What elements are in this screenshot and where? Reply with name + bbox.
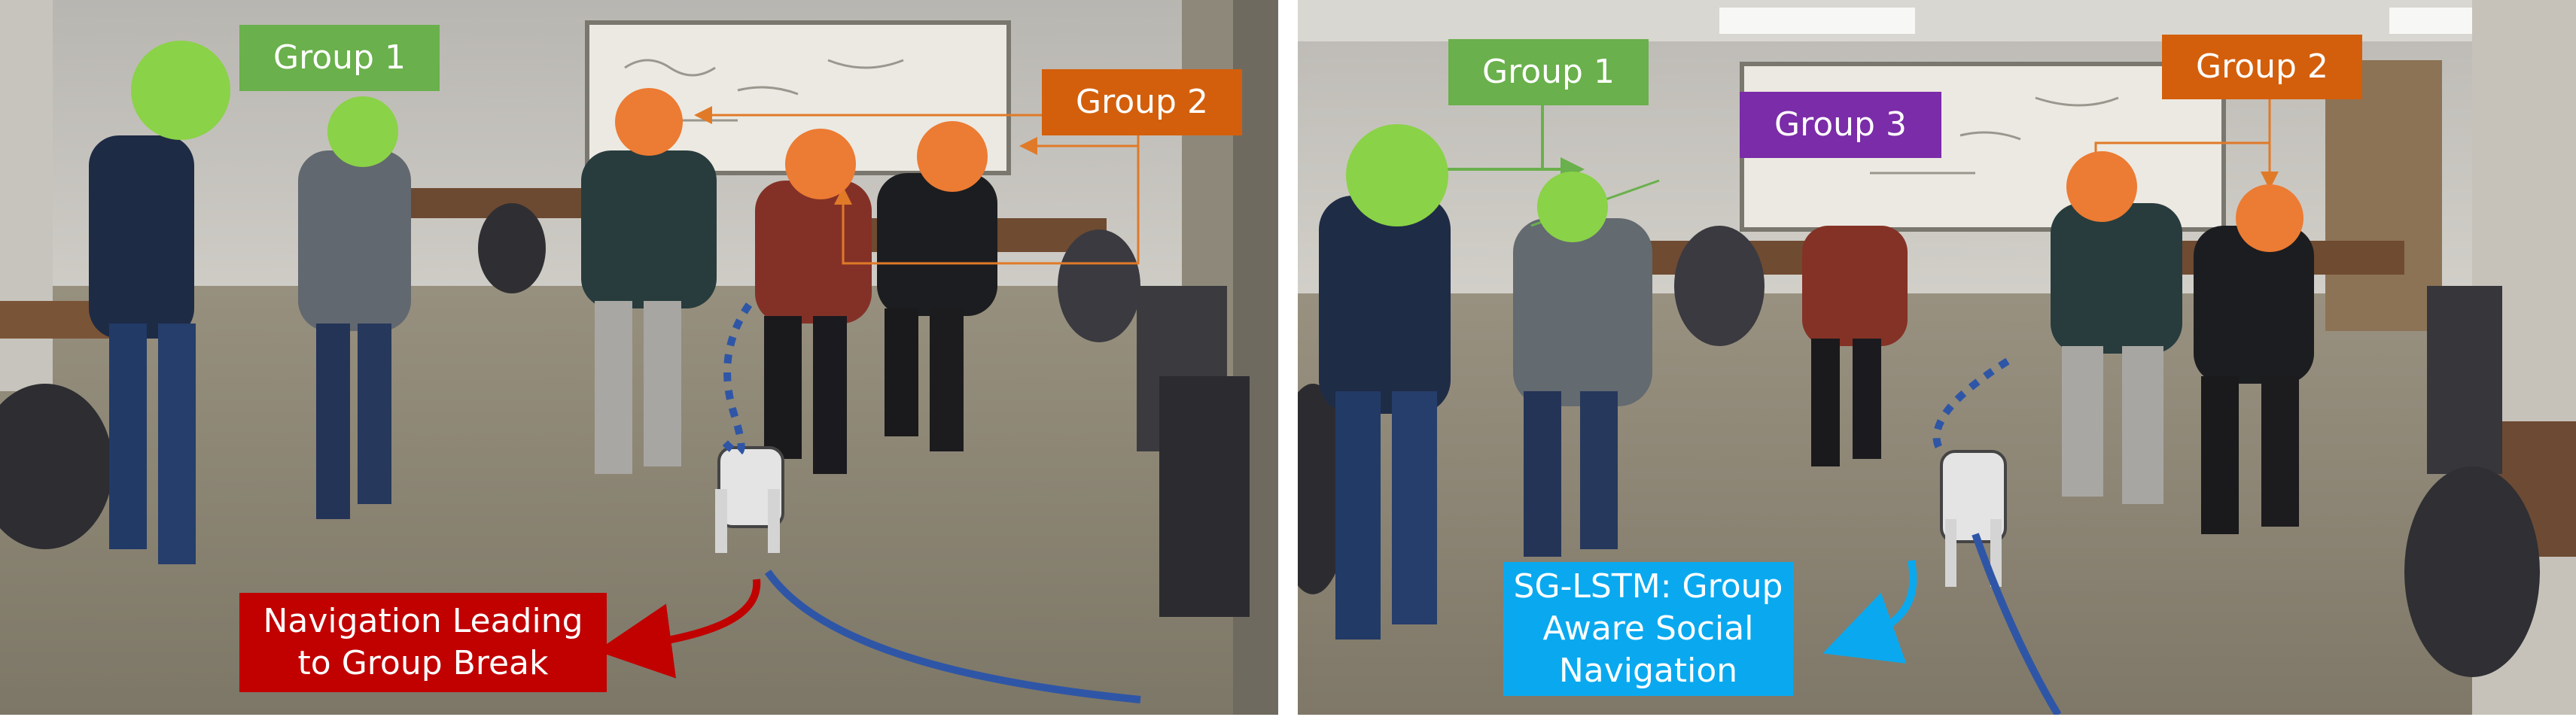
right-group3-label: Group 3 [1740,92,1941,158]
right-group2-label: Group 2 [2162,35,2362,99]
face-group2-b [785,129,856,199]
face-group2-b [2236,184,2303,252]
left-group1-label: Group 1 [239,25,440,91]
face-group1-b [327,96,398,167]
face-group2-a [2066,151,2137,222]
right-caption: SG-LSTM: Group Aware Social Navigation [1503,562,1793,696]
left-group2-label: Group 2 [1042,69,1242,135]
face-group2-a [615,88,683,156]
face-group1-a [131,41,230,140]
left-panel: Group 1 Group 2 Navigation Leading to Gr… [0,0,1278,715]
right-group1-label: Group 1 [1448,39,1649,105]
right-panel: Group 1 Group 2 Group 3 SG-LSTM: Group A… [1298,0,2576,715]
face-group1-b [1537,172,1608,242]
figure: Group 1 Group 2 Navigation Leading to Gr… [0,0,2576,720]
face-group1-a [1346,124,1448,226]
left-caption: Navigation Leading to Group Break [239,593,607,692]
face-group2-c [917,121,988,192]
